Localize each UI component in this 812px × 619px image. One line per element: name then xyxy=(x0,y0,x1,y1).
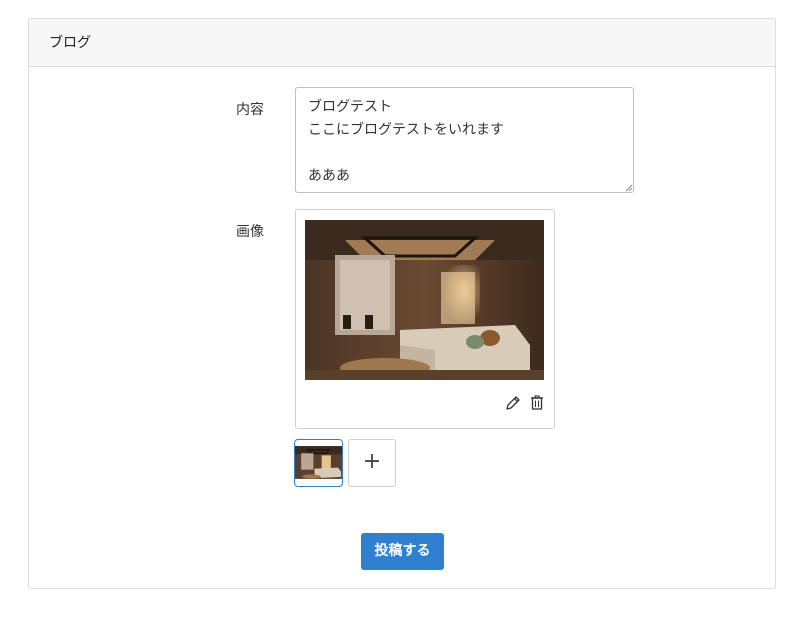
content-label: 内容 xyxy=(236,102,264,118)
room-photo xyxy=(305,220,544,380)
thumbnail-photo xyxy=(295,446,342,479)
card-header: ブログ xyxy=(29,19,775,67)
plus-icon: + xyxy=(362,449,382,474)
image-thumbnail[interactable] xyxy=(294,439,343,487)
add-image-button[interactable]: + xyxy=(348,439,396,487)
image-label: 画像 xyxy=(236,224,264,240)
card-title: ブログ xyxy=(49,35,91,51)
resize-grip-icon[interactable] xyxy=(625,184,633,192)
content-textarea[interactable]: ブログテスト ここにブログテストをいれます あああ xyxy=(295,87,634,193)
submit-button[interactable]: 投稿する xyxy=(361,533,444,570)
image-preview-box xyxy=(295,209,555,429)
pencil-icon[interactable] xyxy=(504,394,522,412)
blog-card: ブログ 内容 ブログテスト ここにブログテストをいれます あああ 画像 + 投稿… xyxy=(28,18,776,589)
trash-icon[interactable] xyxy=(528,394,546,412)
